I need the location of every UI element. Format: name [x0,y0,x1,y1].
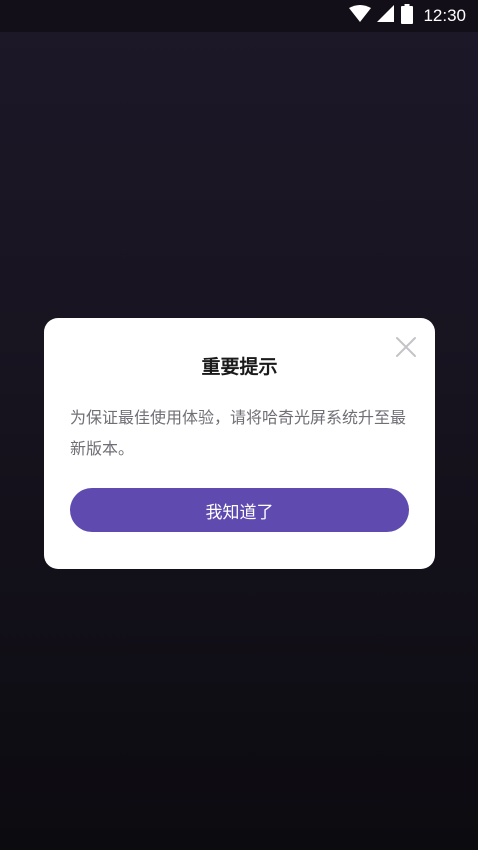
dialog-message: 为保证最佳使用体验，请将哈奇光屏系统升至最新版本。 [70,408,407,458]
dialog-title: 重要提示 [201,356,278,378]
status-time: 12:30 [423,6,466,25]
status-bar: 12:30 [0,0,478,32]
wifi-icon [349,5,372,27]
battery-icon [401,4,414,28]
signal-icon [377,5,395,27]
status-icons: 12:30 [349,4,466,28]
confirm-button[interactable]: 我知道了 [70,488,409,532]
update-notice-dialog: 重要提示 为保证最佳使用体验，请将哈奇光屏系统升至最新版本。 我知道了 [44,318,435,569]
